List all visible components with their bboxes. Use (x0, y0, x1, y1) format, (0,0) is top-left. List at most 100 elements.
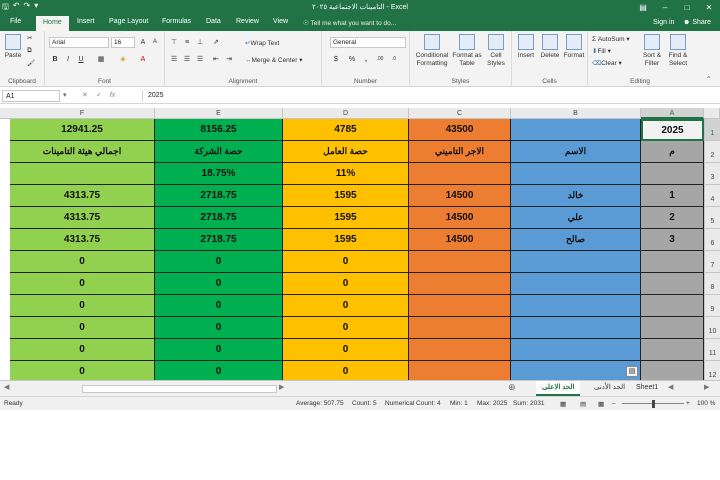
cell-b12[interactable] (511, 361, 641, 380)
bold-button[interactable]: B (49, 54, 61, 65)
cell-c2[interactable]: الاجر التاميني (409, 141, 511, 163)
column-header-a[interactable]: A (641, 108, 704, 119)
format-cells-button[interactable]: Format (562, 34, 586, 60)
share-button[interactable]: ☻ Share (683, 19, 711, 26)
cell-b8[interactable] (511, 273, 641, 295)
sort-filter-button[interactable]: Sort & Filter (640, 34, 664, 68)
cell-d5[interactable]: 1595 (283, 207, 409, 229)
cell-f1[interactable]: 12941.25 (10, 119, 155, 141)
enter-icon[interactable]: ✓ (96, 92, 110, 99)
currency-button[interactable]: $ (330, 54, 342, 65)
cell-d6[interactable]: 1595 (283, 229, 409, 251)
cell-c4[interactable]: 14500 (409, 185, 511, 207)
cell-c6[interactable]: 14500 (409, 229, 511, 251)
cell-e11[interactable]: 0 (155, 339, 283, 361)
copy-icon[interactable]: ⧉ (27, 47, 32, 55)
cell-c11[interactable] (409, 339, 511, 361)
align-top-icon[interactable]: ⊤ (168, 37, 180, 48)
horizontal-scrollbar[interactable] (82, 385, 277, 393)
column-header-c[interactable]: C (409, 108, 511, 119)
cell-c7[interactable] (409, 251, 511, 273)
row-header-8[interactable]: 8 (704, 273, 720, 295)
tell-me-search[interactable]: ☉ Tell me what you want to do... (303, 19, 396, 27)
italic-button[interactable]: I (62, 54, 74, 65)
scroll-right-icon[interactable]: ▶ (279, 383, 284, 391)
name-box[interactable]: A1 (2, 90, 60, 102)
cell-c10[interactable] (409, 317, 511, 339)
number-format-select[interactable]: General (330, 37, 406, 48)
sheet-tab-max[interactable]: الحد الاعلى (536, 381, 581, 396)
collapse-ribbon-icon[interactable]: ⌃ (706, 75, 711, 83)
cell-e6[interactable]: 2718.75 (155, 229, 283, 251)
insert-cells-button[interactable]: Insert (515, 34, 537, 60)
cell-f12[interactable]: 0 (10, 361, 155, 380)
row-header-4[interactable]: 4 (704, 185, 720, 207)
sheet-nav-right-icon[interactable]: ▶ (704, 383, 709, 391)
cell-a8[interactable] (641, 273, 704, 295)
cell-b6[interactable]: صالح (511, 229, 641, 251)
cell-d10[interactable]: 0 (283, 317, 409, 339)
cell-e4[interactable]: 2718.75 (155, 185, 283, 207)
cell-a1[interactable]: 2025 (641, 119, 704, 141)
cell-e8[interactable]: 0 (155, 273, 283, 295)
fill-button[interactable]: ⬇ Fill ▾ (592, 47, 611, 55)
cell-a9[interactable] (641, 295, 704, 317)
ribbon-display-icon[interactable]: ▤ (632, 0, 654, 16)
quick-analysis-icon[interactable]: ▤ (626, 366, 638, 377)
scroll-left-icon[interactable]: ◀ (4, 383, 9, 391)
cell-b9[interactable] (511, 295, 641, 317)
row-header-12[interactable]: 12 (704, 361, 720, 380)
cell-b3[interactable] (511, 163, 641, 185)
cell-a12[interactable] (641, 361, 704, 380)
page-layout-view-icon[interactable]: ▤ (580, 400, 586, 408)
zoom-out-icon[interactable]: – (612, 400, 616, 407)
autosum-button[interactable]: Σ AutoSum ▾ (592, 35, 630, 43)
decrease-indent-icon[interactable]: ⇤ (210, 54, 222, 65)
cell-b1[interactable] (511, 119, 641, 141)
cell-f10[interactable]: 0 (10, 317, 155, 339)
orientation-icon[interactable]: ⇗ (210, 37, 222, 48)
align-middle-icon[interactable]: ≡ (181, 37, 193, 48)
formula-input[interactable]: 2025 (142, 90, 716, 102)
new-sheet-icon[interactable]: ⊕ (508, 382, 516, 393)
cell-d4[interactable]: 1595 (283, 185, 409, 207)
row-header-6[interactable]: 6 (704, 229, 720, 251)
increase-decimal-icon[interactable]: .00 (374, 54, 386, 65)
cell-b5[interactable]: علي (511, 207, 641, 229)
font-color-icon[interactable]: A (137, 54, 149, 65)
cell-a3[interactable] (641, 163, 704, 185)
cell-a6[interactable]: 3 (641, 229, 704, 251)
row-header-7[interactable]: 7 (704, 251, 720, 273)
column-header-b[interactable]: B (511, 108, 641, 119)
select-all-corner[interactable] (704, 108, 720, 119)
cell-c5[interactable]: 14500 (409, 207, 511, 229)
name-box-dropdown-icon[interactable]: ▾ (63, 91, 67, 99)
grow-font-button[interactable]: A (137, 37, 149, 48)
cell-f7[interactable]: 0 (10, 251, 155, 273)
row-header-1[interactable]: 1 (704, 119, 720, 141)
shrink-font-button[interactable]: A (149, 37, 161, 48)
comma-button[interactable]: , (360, 54, 372, 65)
wrap-text-button[interactable]: ↵ Wrap Text (245, 39, 279, 47)
cell-a10[interactable] (641, 317, 704, 339)
increase-indent-icon[interactable]: ⇥ (223, 54, 235, 65)
zoom-in-icon[interactable]: + (686, 400, 690, 407)
delete-cells-button[interactable]: Delete (538, 34, 562, 60)
row-header-5[interactable]: 5 (704, 207, 720, 229)
font-size-select[interactable]: 16 (111, 37, 135, 48)
cell-e1[interactable]: 8156.25 (155, 119, 283, 141)
borders-icon[interactable]: ▦ (95, 54, 107, 65)
cell-e7[interactable]: 0 (155, 251, 283, 273)
tab-view[interactable]: View (273, 18, 288, 25)
cell-f3[interactable] (10, 163, 155, 185)
cell-b7[interactable] (511, 251, 641, 273)
cell-c1[interactable]: 43500 (409, 119, 511, 141)
insert-function-button[interactable]: fx (110, 92, 115, 99)
tab-home[interactable]: Home (36, 16, 69, 31)
tab-formulas[interactable]: Formulas (162, 18, 191, 25)
cell-c12[interactable] (409, 361, 511, 380)
font-name-select[interactable]: Arial (49, 37, 109, 48)
cell-e9[interactable]: 0 (155, 295, 283, 317)
row-header-11[interactable]: 11 (704, 339, 720, 361)
column-header-f[interactable]: F (10, 108, 155, 119)
